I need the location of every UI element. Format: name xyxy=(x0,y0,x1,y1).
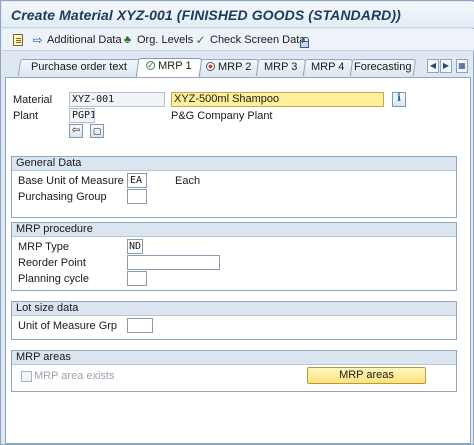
material-description-field[interactable]: XYZ-500ml Shampoo xyxy=(171,92,384,107)
lock-icon xyxy=(300,36,309,48)
uom-group-label: Unit of Measure Grp xyxy=(18,320,118,332)
planning-cycle-label: Planning cycle xyxy=(18,273,89,285)
check-screen-data-button[interactable]: ✓ Check Screen Data xyxy=(194,32,305,48)
tab-strip: Purchase order text MRP 1 MRP 2 MRP 3 MR… xyxy=(11,58,473,77)
mrp-type-field[interactable]: ND xyxy=(127,239,143,254)
additional-data-label: Additional Data xyxy=(47,34,122,46)
additional-data-icon: ⇨ xyxy=(32,32,43,47)
org-levels-icon: ♣ xyxy=(123,33,132,46)
mrp-procedure-group: MRP procedure MRP Type ND Reorder Point … xyxy=(11,222,457,291)
mrp-area-exists-checkbox[interactable] xyxy=(21,371,32,382)
base-uom-text: Each xyxy=(175,175,201,187)
plant-field: PGP1 xyxy=(69,108,95,123)
info-icon[interactable]: i xyxy=(392,92,406,107)
reorder-point-label: Reorder Point xyxy=(18,257,86,269)
plant-description: P&G Company Plant xyxy=(171,110,273,122)
tab-label: Forecasting xyxy=(354,61,412,73)
group-title: General Data xyxy=(12,157,456,171)
status-ok-icon xyxy=(146,61,156,70)
check-icon: ✓ xyxy=(195,32,206,47)
general-data-group: General Data Base Unit of Measure EA Eac… xyxy=(11,156,457,218)
tab-content-mrp-1: Material XYZ-001 XYZ-500ml Shampoo i Pla… xyxy=(5,77,471,444)
group-title: MRP procedure xyxy=(12,223,456,237)
material-number-field: XYZ-001 xyxy=(69,92,165,107)
toolbar-doc-button[interactable] xyxy=(13,32,26,48)
plant-label: Plant xyxy=(13,110,39,122)
tab-label: MRP 2 xyxy=(218,61,252,73)
check-screen-data-label: Check Screen Data xyxy=(210,34,306,46)
lock-button[interactable] xyxy=(300,32,312,48)
planning-cycle-field[interactable] xyxy=(127,271,147,286)
base-uom-label: Base Unit of Measure xyxy=(18,175,124,187)
mrp-areas-button[interactable]: MRP areas xyxy=(307,367,426,384)
new-document-icon[interactable]: ▢ xyxy=(90,124,104,138)
lot-size-data-group: Lot size data Unit of Measure Grp xyxy=(11,301,457,340)
sap-window: Create Material XYZ-001 (FINISHED GOODS … xyxy=(0,0,474,445)
group-title: MRP areas xyxy=(12,351,456,365)
tab-label: MRP 4 xyxy=(311,61,345,73)
tab-purchase-order-text[interactable]: Purchase order text xyxy=(17,59,141,76)
navigate-back-icon[interactable]: ⇦ xyxy=(69,124,83,138)
application-toolbar: ⇨ Additional Data ♣ Org. Levels ✓ Check … xyxy=(2,29,474,51)
mrp-area-exists-label: MRP area exists xyxy=(34,370,115,382)
mrp-type-label: MRP Type xyxy=(18,241,69,253)
tab-scroll-right-button[interactable]: ▶ xyxy=(440,59,452,73)
base-uom-field[interactable]: EA xyxy=(127,173,147,188)
org-levels-label: Org. Levels xyxy=(137,34,194,46)
tab-label: MRP 3 xyxy=(264,61,298,73)
tab-label: Purchase order text xyxy=(31,61,127,73)
tab-label: MRP 1 xyxy=(158,60,192,72)
purchasing-group-label: Purchasing Group xyxy=(18,191,107,203)
purchasing-group-field[interactable] xyxy=(127,189,147,204)
tab-scroll-left-button[interactable]: ◀ xyxy=(427,59,439,73)
additional-data-button[interactable]: ⇨ Additional Data xyxy=(31,32,122,48)
document-icon xyxy=(13,34,23,46)
group-title: Lot size data xyxy=(12,302,456,316)
tab-mrp-1[interactable]: MRP 1 xyxy=(135,58,203,77)
tab-mrp-3[interactable]: MRP 3 xyxy=(255,59,307,76)
title-bar: Create Material XYZ-001 (FINISHED GOODS … xyxy=(2,2,474,28)
material-label: Material xyxy=(13,94,53,106)
uom-group-field[interactable] xyxy=(127,318,153,333)
window-title: Create Material XYZ-001 (FINISHED GOODS … xyxy=(11,7,401,23)
mrp-areas-group: MRP areas MRP area exists MRP areas xyxy=(11,350,457,392)
tab-list-button[interactable]: ▦ xyxy=(456,59,468,73)
tab-forecasting[interactable]: Forecasting xyxy=(349,59,417,76)
org-levels-button[interactable]: ♣ Org. Levels xyxy=(121,32,193,48)
reorder-point-field[interactable] xyxy=(127,255,220,270)
tab-mrp-2[interactable]: MRP 2 xyxy=(198,59,260,76)
status-dot-icon xyxy=(206,62,216,71)
tab-mrp-4[interactable]: MRP 4 xyxy=(302,59,354,76)
